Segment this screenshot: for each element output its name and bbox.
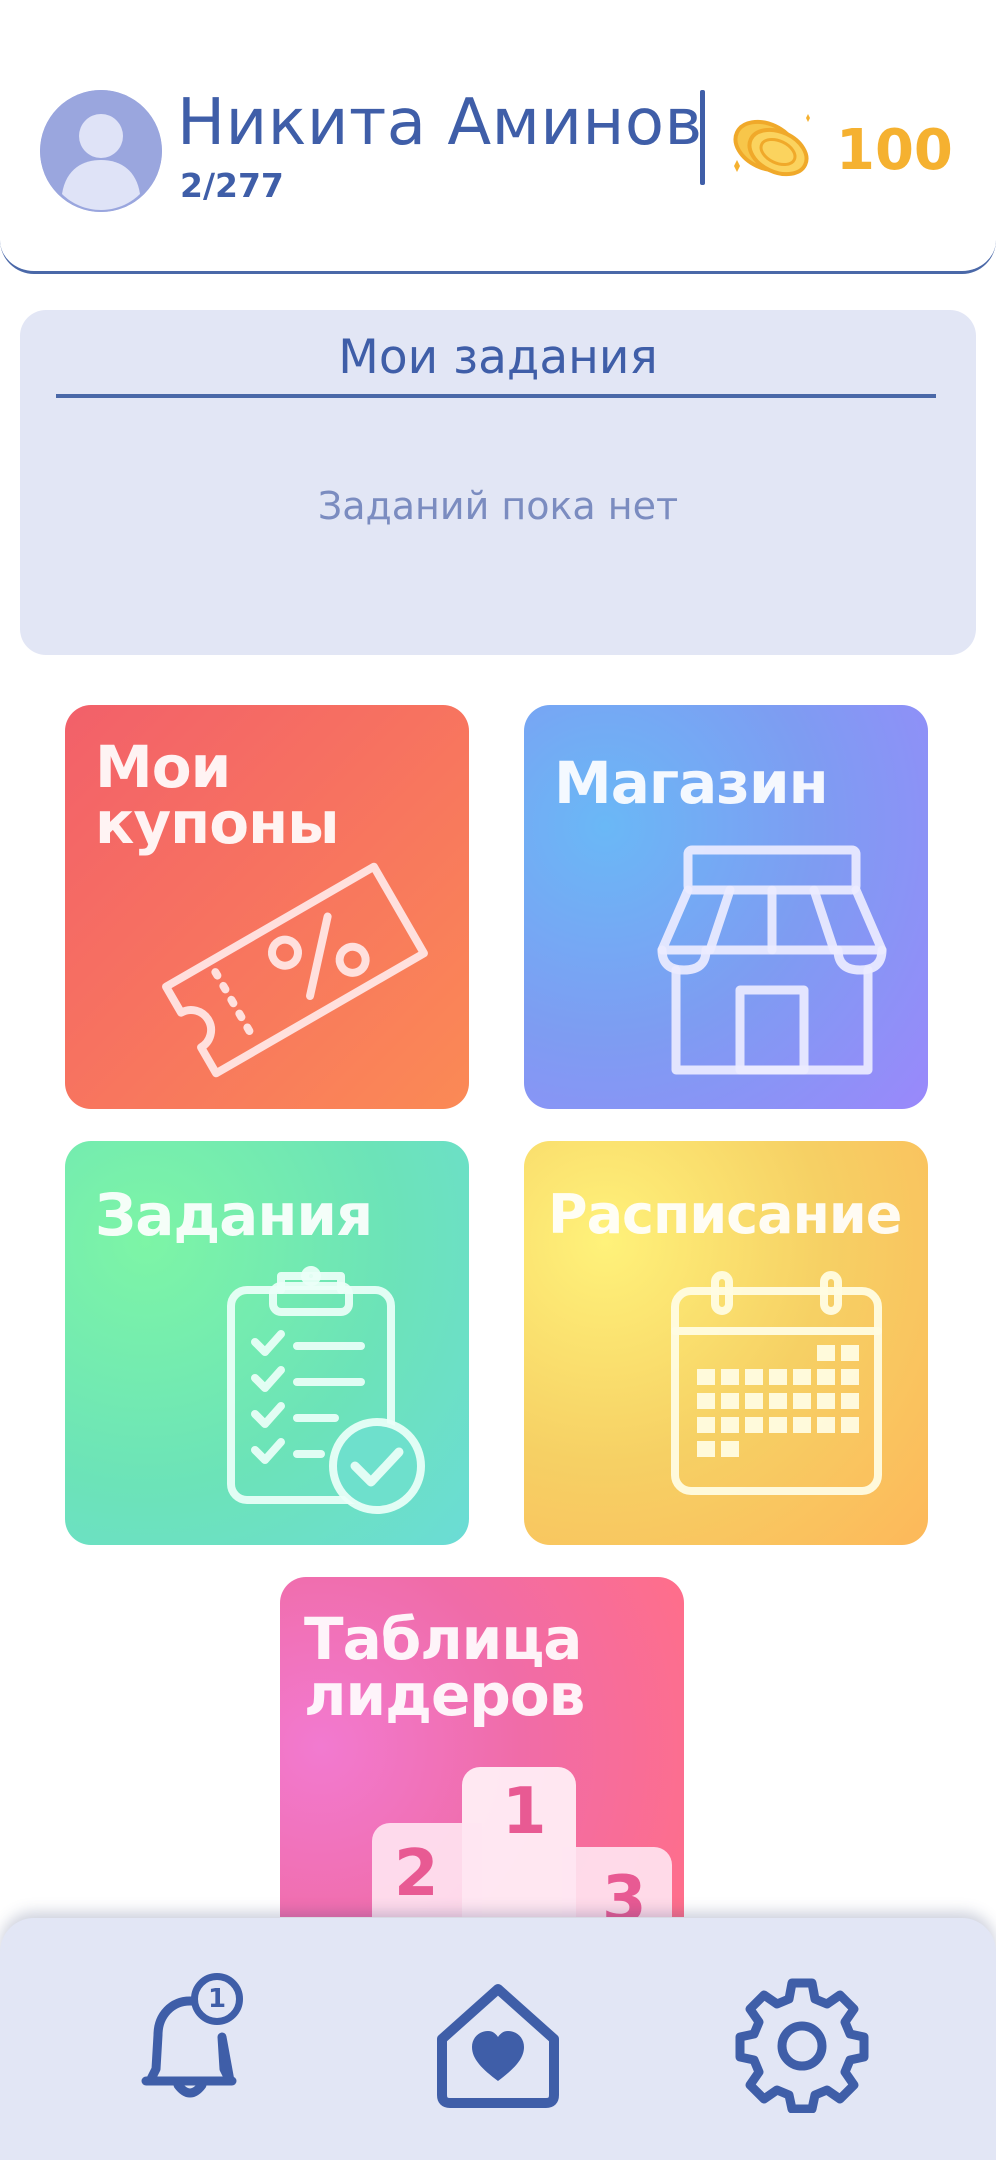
tile-tasks[interactable]: Задания: [65, 1141, 469, 1545]
tile-my-coupons[interactable]: Мои купоны: [65, 705, 469, 1109]
user-rank: 2/277: [180, 166, 284, 205]
home-button[interactable]: [428, 1973, 568, 2113]
gear-icon: [735, 1978, 869, 2113]
coins-icon: [733, 114, 810, 177]
tile-leaderboard-label-line1: Таблица: [304, 1605, 582, 1673]
podium-icon: 1 2 3: [372, 1767, 672, 1917]
tile-schedule[interactable]: Расписание: [524, 1141, 928, 1545]
tile-my-coupons-label: Мои купоны: [95, 733, 340, 857]
my-tasks-panel: Мои задания Заданий пока нет: [20, 310, 976, 655]
tile-leaderboard-label-line2: лидеров: [304, 1661, 585, 1729]
notification-badge: 1: [191, 1973, 243, 2025]
header-divider: [700, 90, 705, 185]
coin-balance: 100: [836, 118, 953, 183]
my-tasks-divider: [56, 394, 936, 398]
tile-my-coupons-label-line2: купоны: [95, 789, 340, 857]
podium-label-second: 2: [394, 1837, 439, 1911]
home-heart-icon: [437, 1984, 559, 2108]
my-tasks-empty-text: Заданий пока нет: [317, 484, 679, 528]
my-tasks-title: Мои задания: [338, 330, 658, 385]
podium-label-first: 1: [502, 1775, 547, 1849]
storefront-icon: [657, 845, 887, 1075]
podium-label-third: 3: [602, 1863, 647, 1917]
notifications-button[interactable]: 1: [120, 1973, 260, 2113]
tile-shop-label: Магазин: [554, 749, 829, 817]
user-name: Никита Аминов: [177, 86, 703, 160]
profile-header: Никита Аминов 2/277 100: [0, 0, 996, 274]
user-avatar-icon[interactable]: [40, 90, 162, 212]
calendar-icon: [671, 1271, 882, 1495]
tile-leaderboard-label: Таблица лидеров: [304, 1605, 585, 1729]
tile-my-coupons-label-line1: Мои: [95, 733, 231, 801]
tile-tasks-label: Задания: [95, 1181, 373, 1249]
tile-shop[interactable]: Магазин: [524, 705, 928, 1109]
bottom-navigation: 1: [0, 1918, 996, 2160]
tile-leaderboard[interactable]: Таблица лидеров 1 2 3: [280, 1577, 684, 1917]
tile-schedule-label: Расписание: [548, 1183, 902, 1246]
coupon-percent-icon: [162, 862, 428, 1078]
settings-button[interactable]: [732, 1973, 872, 2113]
clipboard-checklist-icon: [227, 1266, 425, 1514]
